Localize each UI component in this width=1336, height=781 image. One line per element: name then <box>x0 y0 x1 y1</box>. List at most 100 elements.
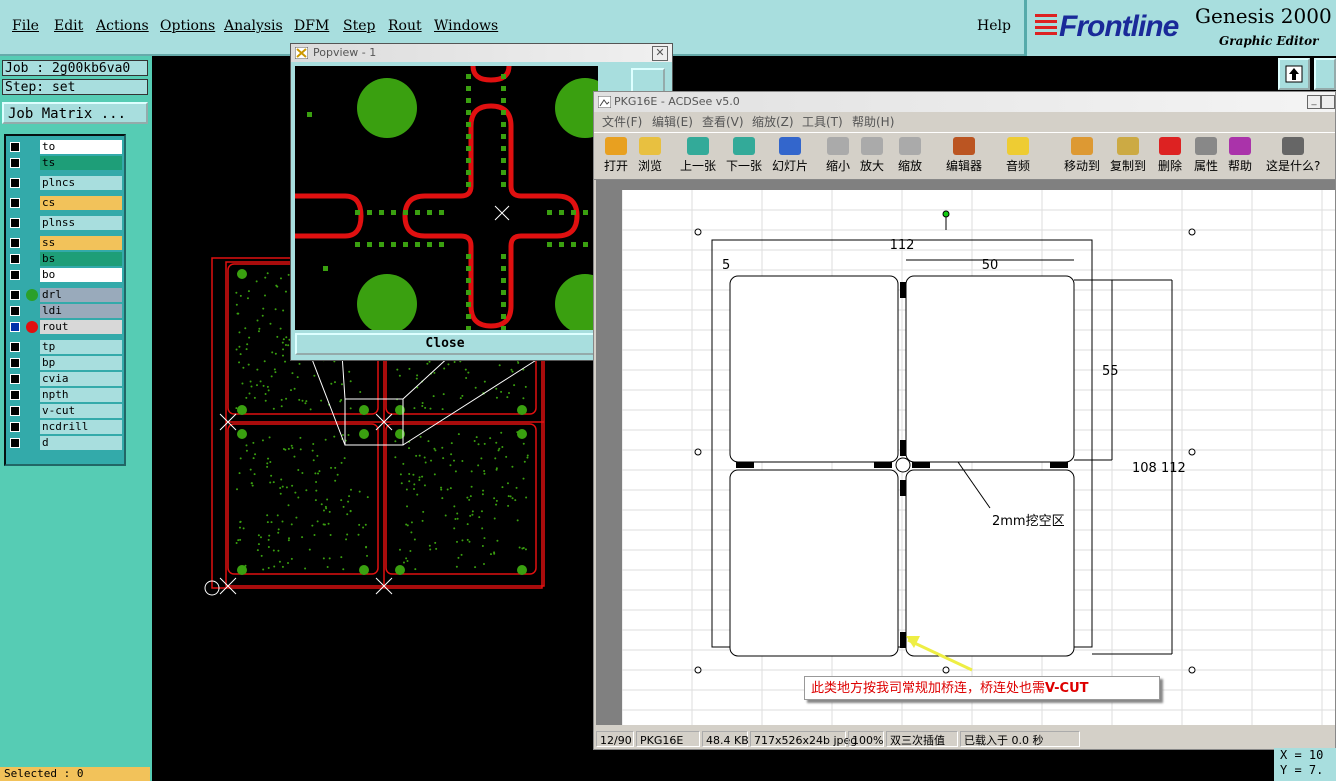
menu-rout[interactable]: Rout <box>388 18 422 34</box>
layer-row-rout[interactable]: rout <box>8 320 122 334</box>
acdsee-image-view[interactable]: 112 5 50 55 108 112 2mm挖空区 此类地方按我司常规加桥连，… <box>596 180 1335 725</box>
zoom-icon <box>899 137 921 155</box>
layer-row-tp[interactable]: tp <box>8 340 122 354</box>
layer-checkbox[interactable] <box>10 306 20 316</box>
layer-checkbox[interactable] <box>10 290 20 300</box>
tool-move-to-button[interactable]: 移动到 <box>1064 137 1100 177</box>
tool-zoom-in-button[interactable]: 放大 <box>860 137 884 177</box>
acd-menu-help[interactable]: 帮助(H) <box>852 113 894 131</box>
acd-menu-view[interactable]: 查看(V) <box>702 113 744 131</box>
acd-menu-zoom[interactable]: 缩放(Z) <box>752 113 794 131</box>
layer-checkbox[interactable] <box>10 158 20 168</box>
layer-row-drl[interactable]: drl <box>8 288 122 302</box>
popview-canvas[interactable] <box>295 66 598 330</box>
layer-name: cs <box>40 196 122 210</box>
tool-audio-button[interactable]: 音频 <box>1006 137 1030 177</box>
layer-row-plnss[interactable]: plnss <box>8 216 122 230</box>
tool-browse-button[interactable]: 浏览 <box>638 137 662 177</box>
maximize-icon[interactable] <box>1321 95 1335 109</box>
product-subtitle: Graphic Editor <box>1219 34 1318 48</box>
layer-checkbox[interactable] <box>10 218 20 228</box>
layer-row-bs[interactable]: bs <box>8 252 122 266</box>
editor-icon <box>953 137 975 155</box>
layer-checkbox[interactable] <box>10 358 20 368</box>
layer-checkbox[interactable] <box>10 422 20 432</box>
layer-row-ts[interactable]: ts <box>8 156 122 170</box>
product-title: Genesis 2000 <box>1195 4 1332 28</box>
minimize-icon[interactable]: _ <box>1307 95 1321 109</box>
tool-copy-to-button[interactable]: 复制到 <box>1110 137 1146 177</box>
layer-row-plncs[interactable]: plncs <box>8 176 122 190</box>
upload-icon[interactable] <box>1278 58 1310 90</box>
layer-checkbox[interactable] <box>10 238 20 248</box>
acd-menu-tools[interactable]: 工具(T) <box>802 113 843 131</box>
tool-previous-button[interactable]: 上一张 <box>680 137 716 177</box>
layer-checkbox[interactable] <box>10 342 20 352</box>
menu-edit[interactable]: Edit <box>54 18 83 34</box>
acdsee-menubar: 文件(F) 编辑(E) 查看(V) 缩放(Z) 工具(T) 帮助(H) <box>594 113 1335 131</box>
tool-open-button[interactable]: 打开 <box>604 137 628 177</box>
menu-analysis[interactable]: Analysis <box>224 18 283 34</box>
layer-checkbox[interactable] <box>10 374 20 384</box>
layer-name: ts <box>40 156 122 170</box>
layer-row-cs[interactable]: cs <box>8 196 122 210</box>
menu-options[interactable]: Options <box>160 18 215 34</box>
coord-y: Y = 7. <box>1280 763 1336 778</box>
layer-checkbox[interactable] <box>10 178 20 188</box>
layer-row-ldi[interactable]: ldi <box>8 304 122 318</box>
browse-icon <box>639 137 661 155</box>
layer-row-npth[interactable]: npth <box>8 388 122 402</box>
menu-step[interactable]: Step <box>343 18 375 34</box>
layer-checkbox[interactable] <box>10 406 20 416</box>
popview-titlebar[interactable]: Popview - 1 ✕ <box>291 44 672 62</box>
job-matrix-button[interactable]: Job Matrix ... <box>2 102 148 124</box>
layer-checkbox[interactable] <box>10 142 20 152</box>
tool-next-button[interactable]: 下一张 <box>726 137 762 177</box>
layer-row-ss[interactable]: ss <box>8 236 122 250</box>
callout-text: 此类地方按我司常规加桥连，桥连处也需 <box>811 681 1045 696</box>
tool-editor-button[interactable]: 编辑器 <box>946 137 982 177</box>
popview-close-button[interactable]: Close <box>295 333 595 355</box>
layer-row-bo[interactable]: bo <box>8 268 122 282</box>
layer-name: v-cut <box>40 404 122 418</box>
layer-checkbox[interactable] <box>10 270 20 280</box>
layer-name: d <box>40 436 122 450</box>
layer-checkbox[interactable] <box>10 390 20 400</box>
tool-zoom-out-button[interactable]: 缩小 <box>826 137 850 177</box>
menu-help[interactable]: Help <box>977 18 1011 34</box>
tool-zoom-button[interactable]: 缩放 <box>898 137 922 177</box>
menu-windows[interactable]: Windows <box>434 18 498 34</box>
layer-checkbox[interactable] <box>10 254 20 264</box>
tool-help-button[interactable]: 帮助 <box>1228 137 1252 177</box>
layer-checkbox[interactable] <box>10 198 20 208</box>
dim-5: 5 <box>722 258 730 273</box>
layer-checkbox[interactable] <box>10 438 20 448</box>
layer-row-d[interactable]: d <box>8 436 122 450</box>
tool-properties-button[interactable]: 属性 <box>1194 137 1218 177</box>
layer-checkbox[interactable] <box>10 322 20 332</box>
frontline-brand: Frontline Genesis 2000 Graphic Editor <box>1024 0 1336 56</box>
status-cell: 双三次插值 <box>886 731 958 747</box>
menu-dfm[interactable]: DFM <box>294 18 329 34</box>
acd-menu-edit[interactable]: 编辑(E) <box>652 113 693 131</box>
menu-file[interactable]: File <box>12 18 39 34</box>
popview-close-icon[interactable]: ✕ <box>652 46 668 61</box>
dim-55: 55 <box>1102 364 1119 379</box>
status-cell: 已载入于 0.0 秒 <box>960 731 1080 747</box>
acd-menu-file[interactable]: 文件(F) <box>602 113 642 131</box>
layer-row-v-cut[interactable]: v-cut <box>8 404 122 418</box>
tool-label: 缩放 <box>898 157 922 174</box>
layer-row-bp[interactable]: bp <box>8 356 122 370</box>
layer-status-dot-icon <box>26 289 38 301</box>
layer-row-ncdrill[interactable]: ncdrill <box>8 420 122 434</box>
acdsee-titlebar[interactable]: PKG16E - ACDSee v5.0 _ <box>594 92 1335 112</box>
tool-delete-button[interactable]: 删除 <box>1158 137 1182 177</box>
window-icon[interactable] <box>1314 58 1336 90</box>
layer-row-cvia[interactable]: cvia <box>8 372 122 386</box>
layer-row-to[interactable]: to <box>8 140 122 154</box>
slideshow-icon <box>779 137 801 155</box>
tool-slideshow-button[interactable]: 幻灯片 <box>772 137 808 177</box>
tool-whats-this-button[interactable]: 这是什么? <box>1266 137 1320 177</box>
previous-icon <box>687 137 709 155</box>
menu-actions[interactable]: Actions <box>96 18 149 34</box>
